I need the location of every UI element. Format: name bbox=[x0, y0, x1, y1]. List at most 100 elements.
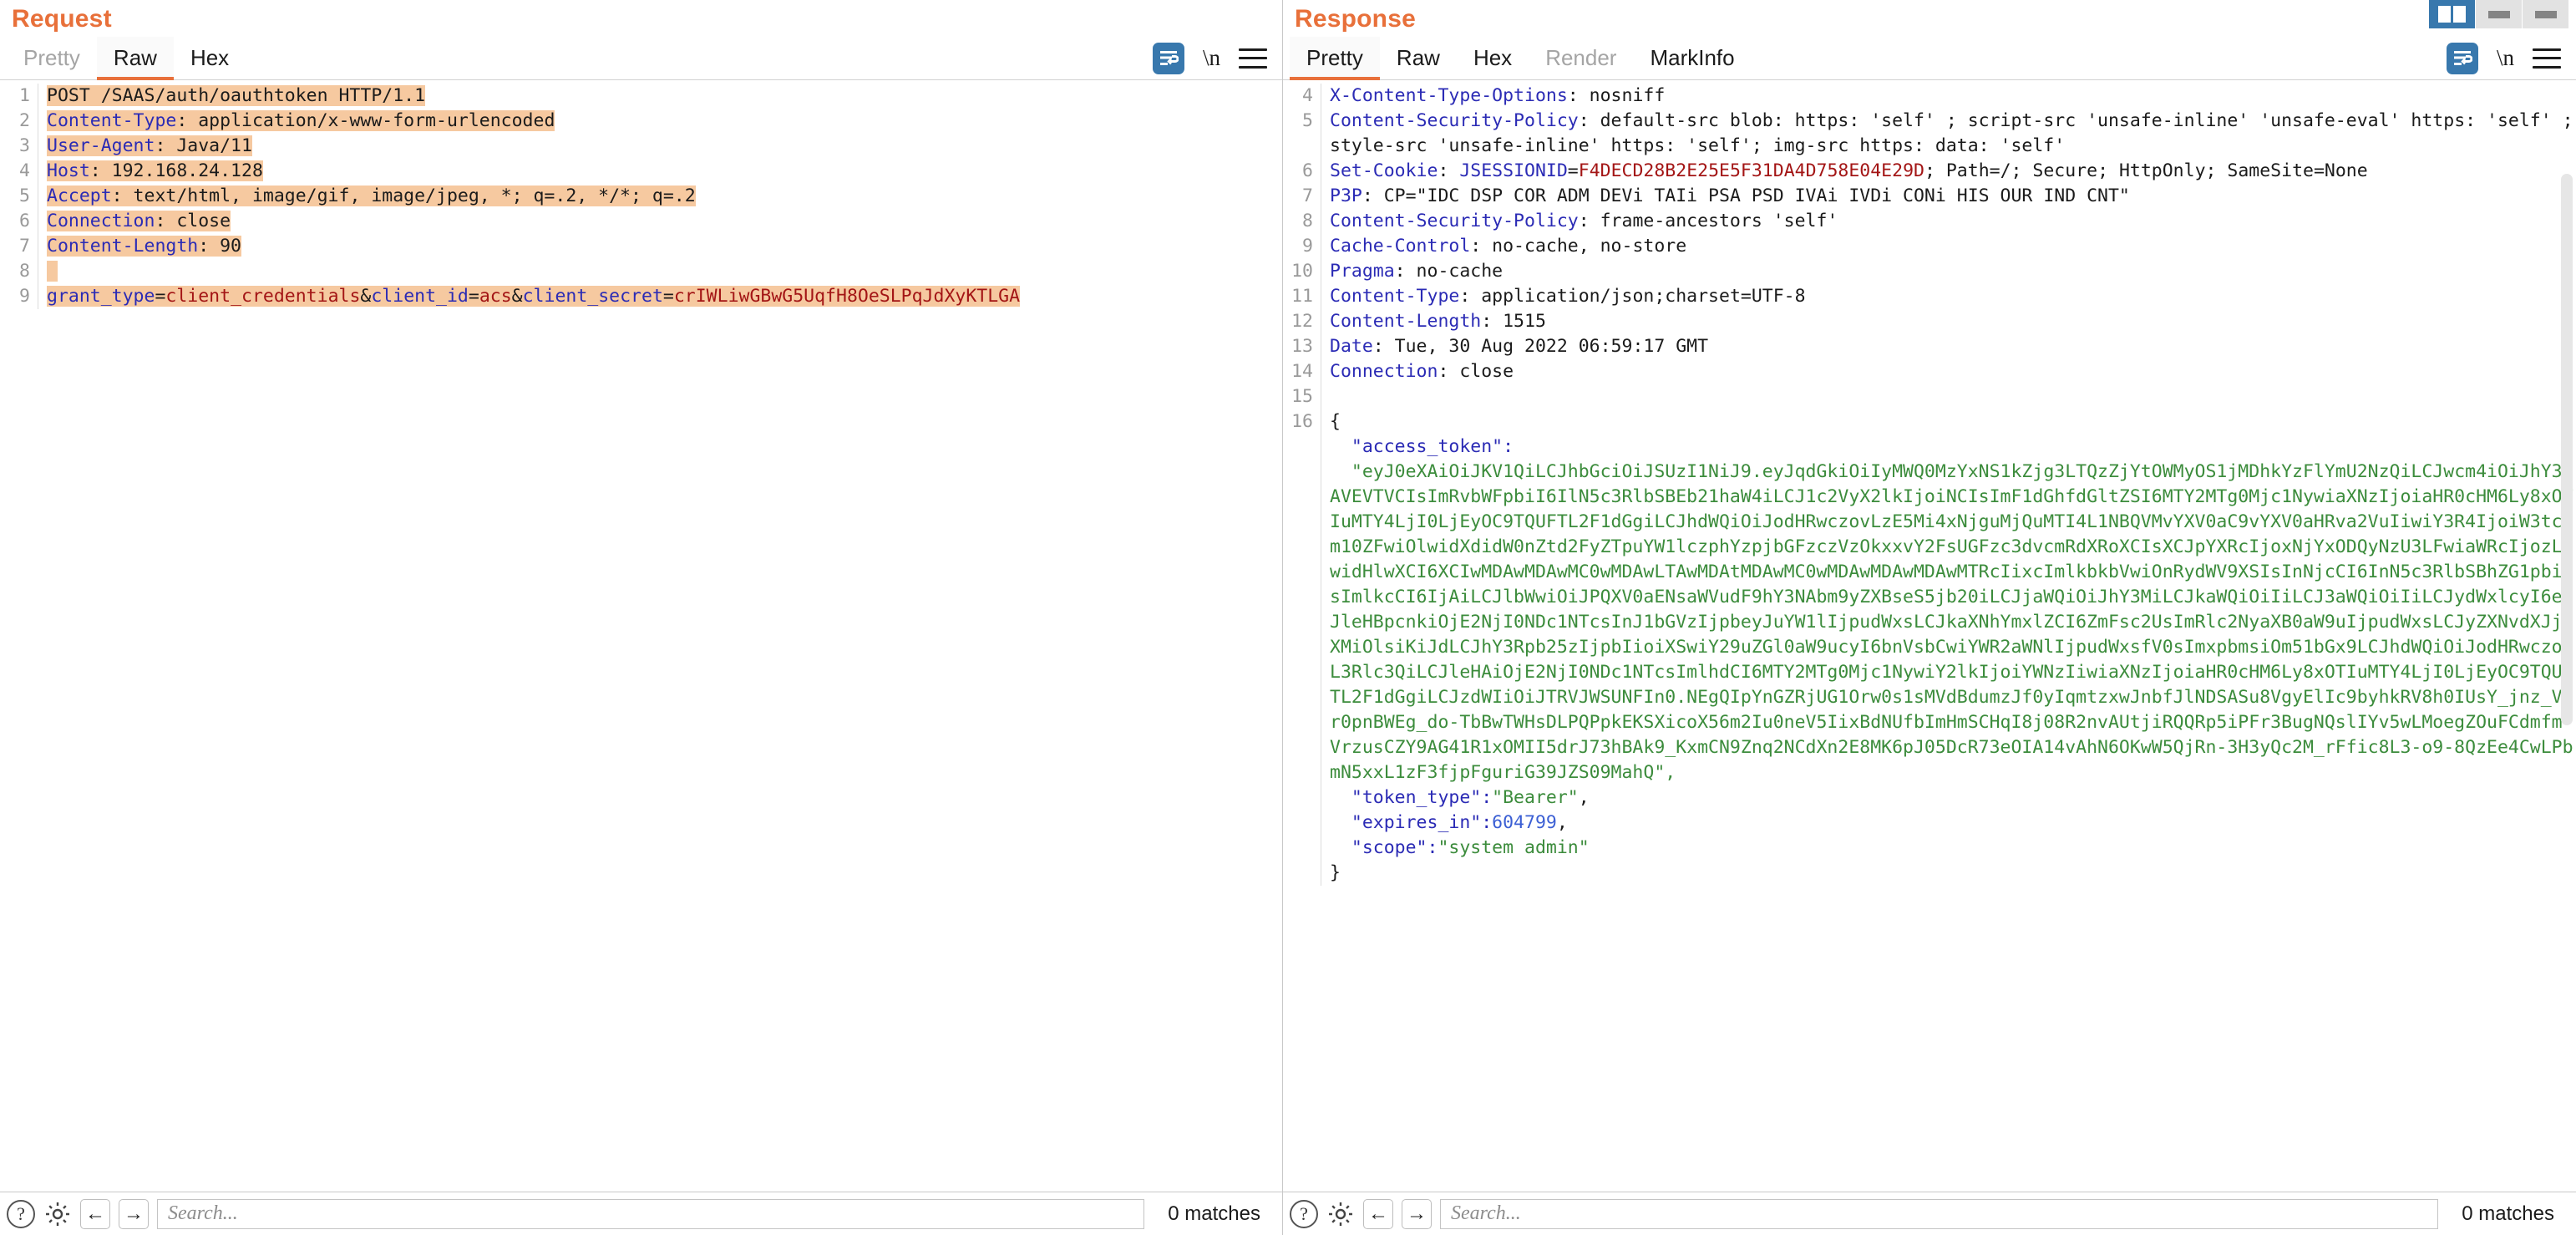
hamburger-menu-icon[interactable] bbox=[1239, 48, 1267, 69]
line-number: 9 bbox=[1302, 236, 1313, 257]
line-number: 8 bbox=[19, 261, 30, 282]
tab-response-render[interactable]: Render bbox=[1529, 37, 1633, 79]
code-token: crIWLiwGBwG5UqfH8OeSLPqJdXyKTLGA bbox=[673, 286, 1021, 307]
search-back-button[interactable]: ← bbox=[1363, 1198, 1393, 1229]
code-line: { bbox=[1330, 409, 2576, 435]
tab-request-pretty[interactable]: Pretty bbox=[7, 37, 97, 79]
request-search-bar: ? ← → Search... 0 matches bbox=[0, 1192, 1282, 1235]
search-forward-button[interactable]: → bbox=[1402, 1198, 1432, 1229]
code-token: "Bearer" bbox=[1492, 787, 1579, 808]
line-number-spacer: . bbox=[1283, 760, 1313, 785]
line-number-spacer: . bbox=[1283, 811, 1313, 836]
line-number: 3 bbox=[19, 135, 30, 156]
code-token: Accept bbox=[47, 186, 112, 206]
request-line-numbers: 1 2 3 4 5 6 7 8 9 bbox=[0, 84, 38, 309]
response-editor[interactable]: 45.678910111213141516.................. … bbox=[1283, 80, 2576, 1192]
line-number: 11 bbox=[1291, 286, 1313, 307]
code-token: JSESSIONID bbox=[1459, 160, 1568, 181]
line-number: 14 bbox=[1291, 361, 1313, 382]
tab-response-raw[interactable]: Raw bbox=[1380, 37, 1457, 79]
code-line: Content-Type: application/json;charset=U… bbox=[1330, 284, 2576, 309]
layout-split-vertical-button[interactable] bbox=[2429, 0, 2476, 28]
code-token: X-Content-Type-Options bbox=[1330, 85, 1568, 106]
request-panel: Request Pretty Raw Hex \n 1 2 3 4 5 6 7 8 9 POST… bbox=[0, 0, 1283, 1235]
code-token: Content-Security-Policy bbox=[1330, 211, 1579, 231]
layout-panel-bottom-button[interactable] bbox=[2523, 0, 2569, 28]
newline-toggle[interactable]: \n bbox=[2497, 45, 2514, 71]
code-token: = bbox=[468, 286, 479, 307]
response-vertical-scrollbar[interactable] bbox=[2561, 174, 2573, 725]
code-token: : 1515 bbox=[1481, 311, 1546, 332]
code-token: POST /SAAS/auth/oauthtoken HTTP/1.1 bbox=[47, 85, 426, 106]
code-token: Set-Cookie bbox=[1330, 160, 1438, 181]
code-token: Pragma bbox=[1330, 261, 1395, 282]
tab-request-raw[interactable]: Raw bbox=[96, 37, 174, 80]
question-mark-icon[interactable]: ? bbox=[7, 1199, 35, 1228]
code-token: F4DECD28B2E25E5F31DA4D758E04E29D bbox=[1578, 160, 1924, 181]
gear-icon[interactable] bbox=[43, 1200, 72, 1228]
code-token: : frame-ancestors 'self' bbox=[1578, 211, 1838, 231]
line-number-spacer: . bbox=[1283, 660, 1313, 685]
code-token: = bbox=[155, 286, 166, 307]
line-number-spacer: . bbox=[1283, 510, 1313, 535]
response-panel-title: Response bbox=[1295, 5, 1416, 33]
tab-response-hex[interactable]: Hex bbox=[1457, 37, 1529, 79]
code-token: Host bbox=[47, 160, 90, 181]
response-match-count: 0 matches bbox=[2462, 1202, 2554, 1225]
tab-request-hex[interactable]: Hex bbox=[174, 37, 246, 79]
request-editor[interactable]: 1 2 3 4 5 6 7 8 9 POST /SAAS/auth/oauthtoken HTT… bbox=[0, 80, 1282, 1192]
search-back-button[interactable]: ← bbox=[80, 1198, 110, 1229]
line-number: 4 bbox=[1302, 85, 1313, 106]
response-panel: Response Pretty Raw Hex Render MarkInfo … bbox=[1283, 0, 2576, 1235]
line-number-spacer: . bbox=[1283, 685, 1313, 710]
line-number: 8 bbox=[1302, 211, 1313, 231]
request-code[interactable]: POST /SAAS/auth/oauthtoken HTTP/1.1 Conte… bbox=[38, 84, 1282, 309]
code-token: , bbox=[1578, 787, 1590, 808]
response-search-input[interactable]: Search... bbox=[1440, 1198, 2439, 1229]
code-token: 604799 bbox=[1492, 812, 1557, 833]
line-number-spacer: . bbox=[1283, 435, 1313, 460]
code-line: Pragma: no-cache bbox=[1330, 259, 2576, 284]
tab-response-pretty[interactable]: Pretty bbox=[1290, 37, 1380, 80]
code-token: , bbox=[1556, 812, 1568, 833]
newline-toggle[interactable]: \n bbox=[1203, 45, 1220, 71]
response-code[interactable]: X-Content-Type-Options: nosniff Content-S… bbox=[1321, 84, 2576, 886]
hamburger-menu-icon[interactable] bbox=[2533, 48, 2561, 69]
code-line: Set-Cookie: JSESSIONID=F4DECD28B2E25E5F3… bbox=[1330, 159, 2576, 184]
code-token: Content-Security-Policy bbox=[1330, 110, 1579, 131]
code-line: Content-Security-Policy: frame-ancestors… bbox=[1330, 209, 2576, 234]
gear-icon[interactable] bbox=[1326, 1200, 1355, 1228]
code-line: Content-Length: 90 bbox=[47, 234, 1282, 259]
code-line bbox=[47, 259, 1282, 284]
request-search-input[interactable]: Search... bbox=[157, 1198, 1145, 1229]
code-token: & bbox=[511, 286, 523, 307]
code-token: = bbox=[662, 286, 674, 307]
code-token: : close bbox=[155, 211, 231, 231]
line-number: 13 bbox=[1291, 336, 1313, 357]
search-forward-button[interactable]: → bbox=[119, 1198, 149, 1229]
response-search-placeholder: Search... bbox=[1451, 1202, 1521, 1224]
code-line: Connection: close bbox=[1330, 359, 2576, 384]
code-token: } bbox=[1330, 862, 1341, 883]
question-mark-icon[interactable]: ? bbox=[1290, 1199, 1318, 1228]
code-token: client_id bbox=[371, 286, 469, 307]
line-number: 7 bbox=[19, 236, 30, 257]
tab-response-markinfo[interactable]: MarkInfo bbox=[1633, 37, 1751, 79]
line-number: 1 bbox=[19, 85, 30, 106]
line-number-spacer: . bbox=[1283, 134, 1313, 159]
layout-buttons bbox=[2429, 0, 2569, 28]
layout-panel-top-button[interactable] bbox=[2476, 0, 2523, 28]
code-line: Date: Tue, 30 Aug 2022 06:59:17 GMT bbox=[1330, 334, 2576, 359]
response-toolbar: \n bbox=[2446, 37, 2576, 79]
line-number-spacer: . bbox=[1283, 836, 1313, 861]
code-token: & bbox=[360, 286, 372, 307]
code-token: Content-Type bbox=[1330, 286, 1460, 307]
code-line: Accept: text/html, image/gif, image/jpeg… bbox=[47, 184, 1282, 209]
word-wrap-icon[interactable] bbox=[2446, 42, 2478, 74]
code-token: : application/x-www-form-urlencoded bbox=[176, 110, 555, 131]
code-token: Content-Type bbox=[47, 110, 177, 131]
line-number-spacer: . bbox=[1283, 560, 1313, 585]
word-wrap-icon[interactable] bbox=[1152, 42, 1184, 74]
line-number-spacer: . bbox=[1283, 585, 1313, 610]
